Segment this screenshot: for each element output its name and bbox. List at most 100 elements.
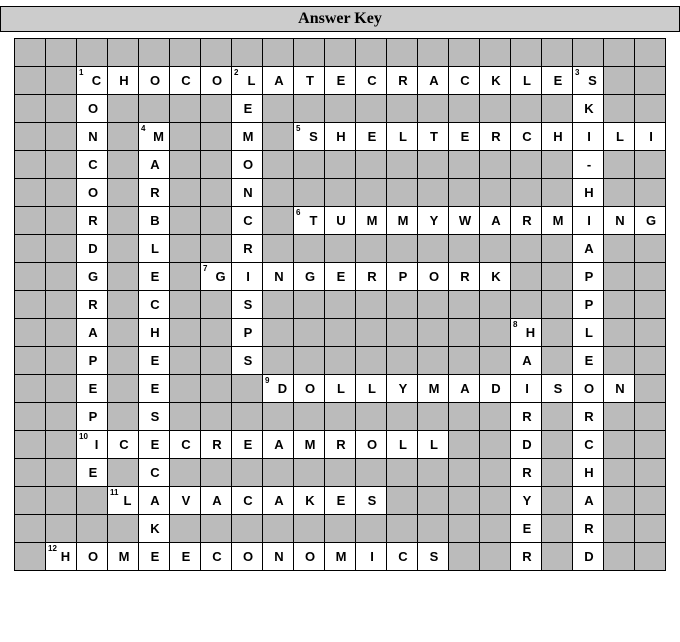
letter-cell: E (139, 375, 170, 403)
blocked-cell (604, 39, 635, 67)
letter-cell: 7G (201, 263, 232, 291)
blocked-cell (46, 67, 77, 95)
blocked-cell (170, 235, 201, 263)
blocked-cell (294, 235, 325, 263)
cell-letter: I (573, 123, 603, 150)
blocked-cell (294, 515, 325, 543)
blocked-cell (387, 291, 418, 319)
blocked-cell (542, 319, 573, 347)
blocked-cell (108, 319, 139, 347)
letter-cell: E (449, 123, 480, 151)
blocked-cell (356, 347, 387, 375)
letter-cell: E (356, 123, 387, 151)
blocked-cell (139, 95, 170, 123)
blocked-cell (325, 39, 356, 67)
letter-cell: A (573, 487, 604, 515)
blocked-cell (387, 235, 418, 263)
letter-cell: A (511, 347, 542, 375)
blocked-cell (418, 515, 449, 543)
cell-letter: N (232, 179, 262, 206)
letter-cell: C (108, 431, 139, 459)
blocked-cell (418, 347, 449, 375)
blocked-cell (201, 403, 232, 431)
blocked-cell (46, 179, 77, 207)
letter-cell: 1C (77, 67, 108, 95)
letter-cell: O (232, 151, 263, 179)
letter-cell: E (511, 515, 542, 543)
blocked-cell (263, 207, 294, 235)
clue-number: 4 (141, 124, 145, 133)
letter-cell: O (294, 375, 325, 403)
blocked-cell (15, 431, 46, 459)
cell-letter: T (294, 67, 324, 94)
blocked-cell (635, 179, 666, 207)
cell-letter: S (232, 347, 262, 374)
clue-number: 6 (296, 208, 300, 217)
blocked-cell (201, 291, 232, 319)
blocked-cell (108, 403, 139, 431)
letter-cell: R (387, 67, 418, 95)
letter-cell: O (77, 95, 108, 123)
blocked-cell (387, 179, 418, 207)
cell-letter: E (573, 347, 603, 374)
letter-cell: I (635, 123, 666, 151)
blocked-cell (201, 515, 232, 543)
cell-letter: A (201, 487, 231, 514)
letter-cell: H (542, 123, 573, 151)
blocked-cell (449, 515, 480, 543)
letter-cell: R (232, 235, 263, 263)
cell-letter: R (511, 543, 541, 570)
blocked-cell (325, 347, 356, 375)
blocked-cell (263, 347, 294, 375)
letter-cell: O (139, 67, 170, 95)
cell-letter: C (232, 487, 262, 514)
blocked-cell (263, 515, 294, 543)
letter-cell: R (139, 179, 170, 207)
cell-letter: S (542, 375, 572, 402)
blocked-cell (294, 95, 325, 123)
cell-letter: P (77, 347, 107, 374)
cell-letter: B (139, 207, 169, 234)
blocked-cell (604, 459, 635, 487)
blocked-cell (542, 487, 573, 515)
cell-letter: M (418, 375, 448, 402)
cell-letter: K (573, 95, 603, 122)
letter-cell: C (139, 291, 170, 319)
blocked-cell (46, 319, 77, 347)
cell-letter: R (201, 431, 231, 458)
blocked-cell (15, 459, 46, 487)
cell-letter: Y (511, 487, 541, 514)
cell-letter: C (573, 431, 603, 458)
cell-letter: O (418, 263, 448, 290)
blocked-cell (480, 347, 511, 375)
blocked-cell (387, 459, 418, 487)
cell-letter: V (170, 487, 200, 514)
letter-cell: R (201, 431, 232, 459)
cell-letter: G (294, 263, 324, 290)
blocked-cell (15, 487, 46, 515)
blocked-cell (232, 375, 263, 403)
blocked-cell (108, 347, 139, 375)
blocked-cell (511, 291, 542, 319)
cell-letter: N (604, 375, 634, 402)
cell-letter: L (418, 431, 448, 458)
cell-letter: C (232, 207, 262, 234)
cell-letter: L (604, 123, 634, 150)
letter-cell: S (356, 487, 387, 515)
blocked-cell (46, 403, 77, 431)
blocked-cell (511, 151, 542, 179)
cell-letter: W (449, 207, 479, 234)
letter-cell: C (232, 207, 263, 235)
cell-letter: A (418, 67, 448, 94)
blocked-cell (449, 347, 480, 375)
blocked-cell (294, 347, 325, 375)
letter-cell: E (139, 543, 170, 571)
cell-letter: N (263, 543, 293, 570)
blocked-cell (46, 235, 77, 263)
cell-letter: C (170, 67, 200, 94)
cell-letter: E (449, 123, 479, 150)
blocked-cell (263, 235, 294, 263)
blocked-cell (542, 39, 573, 67)
cell-letter: K (480, 263, 510, 290)
cell-letter: A (139, 487, 169, 514)
